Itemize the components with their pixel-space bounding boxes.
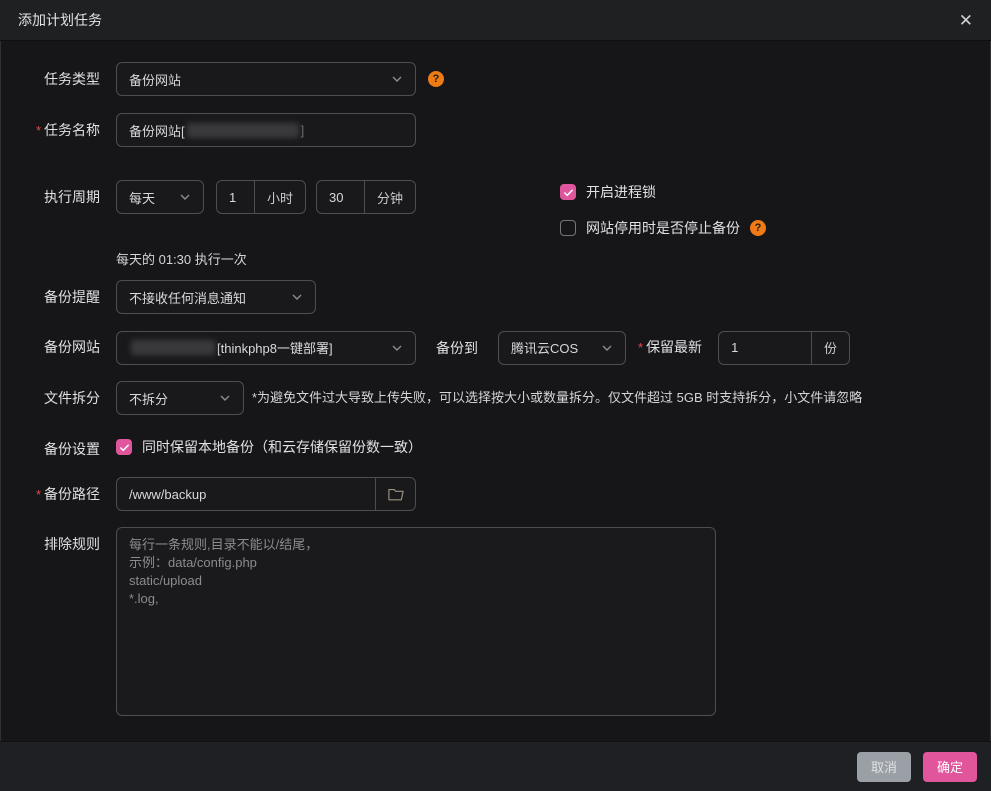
checkbox-unchecked-icon bbox=[560, 220, 576, 236]
row-split: 文件拆分 不拆分 *为避免文件过大导致上传失败，可以选择按大小或数量拆分。仅文件… bbox=[0, 381, 985, 415]
task-name-label: 任务名称 bbox=[44, 122, 100, 138]
schedule-summary: 每天的 01:30 执行一次 bbox=[116, 250, 985, 270]
dialog-body: 任务类型 备份网站 ? *任务名称 备份网站[ ] bbox=[0, 41, 991, 741]
keep-group: 1 份 bbox=[718, 331, 850, 365]
task-name-input[interactable]: 备份网站[ ] bbox=[116, 113, 416, 147]
task-type-select[interactable]: 备份网站 bbox=[116, 62, 416, 96]
site-label: 备份网站 bbox=[0, 330, 100, 364]
keep-local-label: 同时保留本地备份（和云存储保留份数一致） bbox=[142, 437, 422, 457]
required-asterisk: * bbox=[36, 123, 41, 138]
checkbox-checked-icon bbox=[560, 184, 576, 200]
required-asterisk: * bbox=[36, 487, 41, 502]
redacted-text bbox=[131, 340, 215, 355]
checkbox-checked-icon bbox=[116, 439, 132, 455]
cycle-label: 执行周期 bbox=[0, 180, 100, 214]
cycle-hour-group: 1 小时 bbox=[216, 180, 306, 214]
stop-on-disable-label: 网站停用时是否停止备份 bbox=[586, 218, 740, 238]
folder-icon bbox=[387, 486, 405, 502]
stop-on-disable-checkbox[interactable]: 网站停用时是否停止备份 ? bbox=[560, 218, 766, 238]
process-lock-checkbox[interactable]: 开启进程锁 bbox=[560, 182, 766, 202]
cycle-hour-input[interactable]: 1 bbox=[217, 181, 254, 213]
row-settings: 备份设置 同时保留本地备份（和云存储保留份数一致） bbox=[0, 437, 985, 461]
task-type-value: 备份网站 bbox=[129, 70, 181, 89]
dialog-header: 添加计划任务 ✕ bbox=[0, 0, 991, 41]
chevron-down-icon bbox=[291, 291, 303, 303]
keep-input[interactable]: 1 bbox=[719, 332, 811, 364]
confirm-button[interactable]: 确定 bbox=[923, 752, 977, 782]
cycle-minute-input[interactable]: 30 bbox=[317, 181, 364, 213]
task-name-value-prefix: 备份网站[ bbox=[129, 121, 185, 140]
task-type-label: 任务类型 bbox=[0, 62, 100, 96]
row-notify: 备份提醒 不接收任何消息通知 bbox=[0, 280, 985, 314]
dialog-footer: 取消 确定 bbox=[0, 741, 991, 791]
cycle-hour-unit: 小时 bbox=[254, 181, 305, 213]
row-exclude: 排除规则 bbox=[0, 527, 985, 716]
help-icon[interactable]: ? bbox=[428, 71, 444, 87]
cycle-minute-group: 30 分钟 bbox=[316, 180, 416, 214]
row-site: 备份网站 [thinkphp8一键部署] 备份到 腾讯云COS bbox=[0, 330, 985, 365]
dialog-title: 添加计划任务 bbox=[18, 10, 102, 30]
add-cron-task-dialog: 添加计划任务 ✕ 任务类型 备份网站 ? *任务名称 备份网站[ bbox=[0, 0, 991, 791]
chevron-down-icon bbox=[179, 191, 191, 203]
exclude-label: 排除规则 bbox=[0, 527, 100, 561]
redacted-text bbox=[187, 123, 299, 138]
path-group: /www/backup bbox=[116, 477, 416, 511]
chevron-down-icon bbox=[601, 342, 613, 354]
row-cycle: 执行周期 每天 1 小时 30 分钟 bbox=[0, 180, 985, 238]
path-label: 备份路径 bbox=[44, 486, 100, 502]
keep-label: 保留最新 bbox=[646, 339, 702, 355]
split-note: *为避免文件过大导致上传失败，可以选择按大小或数量拆分。仅文件超过 5GB 时支… bbox=[252, 381, 862, 415]
required-asterisk: * bbox=[638, 340, 643, 355]
task-name-value-suffix: ] bbox=[301, 123, 305, 138]
chevron-down-icon bbox=[391, 73, 403, 85]
row-task-name: *任务名称 备份网站[ ] bbox=[0, 113, 985, 148]
notify-select[interactable]: 不接收任何消息通知 bbox=[116, 280, 316, 314]
help-icon[interactable]: ? bbox=[750, 220, 766, 236]
backup-to-select[interactable]: 腾讯云COS bbox=[498, 331, 626, 365]
chevron-down-icon bbox=[219, 392, 231, 404]
keep-local-checkbox[interactable]: 同时保留本地备份（和云存储保留份数一致） bbox=[116, 437, 422, 457]
path-input[interactable]: /www/backup bbox=[117, 478, 375, 510]
backup-to-label: 备份到 bbox=[436, 331, 478, 365]
chevron-down-icon bbox=[391, 342, 403, 354]
cycle-period-select[interactable]: 每天 bbox=[116, 180, 204, 214]
split-value: 不拆分 bbox=[129, 389, 168, 408]
split-select[interactable]: 不拆分 bbox=[116, 381, 244, 415]
close-icon[interactable]: ✕ bbox=[959, 12, 973, 29]
process-lock-label: 开启进程锁 bbox=[586, 182, 656, 202]
notify-label: 备份提醒 bbox=[0, 280, 100, 314]
cycle-minute-unit: 分钟 bbox=[364, 181, 415, 213]
row-task-type: 任务类型 备份网站 ? bbox=[0, 62, 985, 96]
backup-to-value: 腾讯云COS bbox=[511, 338, 578, 357]
exclude-rules-textarea[interactable] bbox=[116, 527, 716, 716]
keep-unit: 份 bbox=[811, 332, 849, 364]
site-value-suffix: [thinkphp8一键部署] bbox=[217, 338, 333, 357]
cycle-period-value: 每天 bbox=[129, 188, 155, 207]
site-select[interactable]: [thinkphp8一键部署] bbox=[116, 331, 416, 365]
split-label: 文件拆分 bbox=[0, 381, 100, 415]
settings-label: 备份设置 bbox=[0, 437, 100, 461]
notify-value: 不接收任何消息通知 bbox=[129, 288, 246, 307]
cancel-button[interactable]: 取消 bbox=[857, 752, 911, 782]
row-path: *备份路径 /www/backup bbox=[0, 477, 985, 512]
folder-picker-button[interactable] bbox=[375, 478, 415, 510]
